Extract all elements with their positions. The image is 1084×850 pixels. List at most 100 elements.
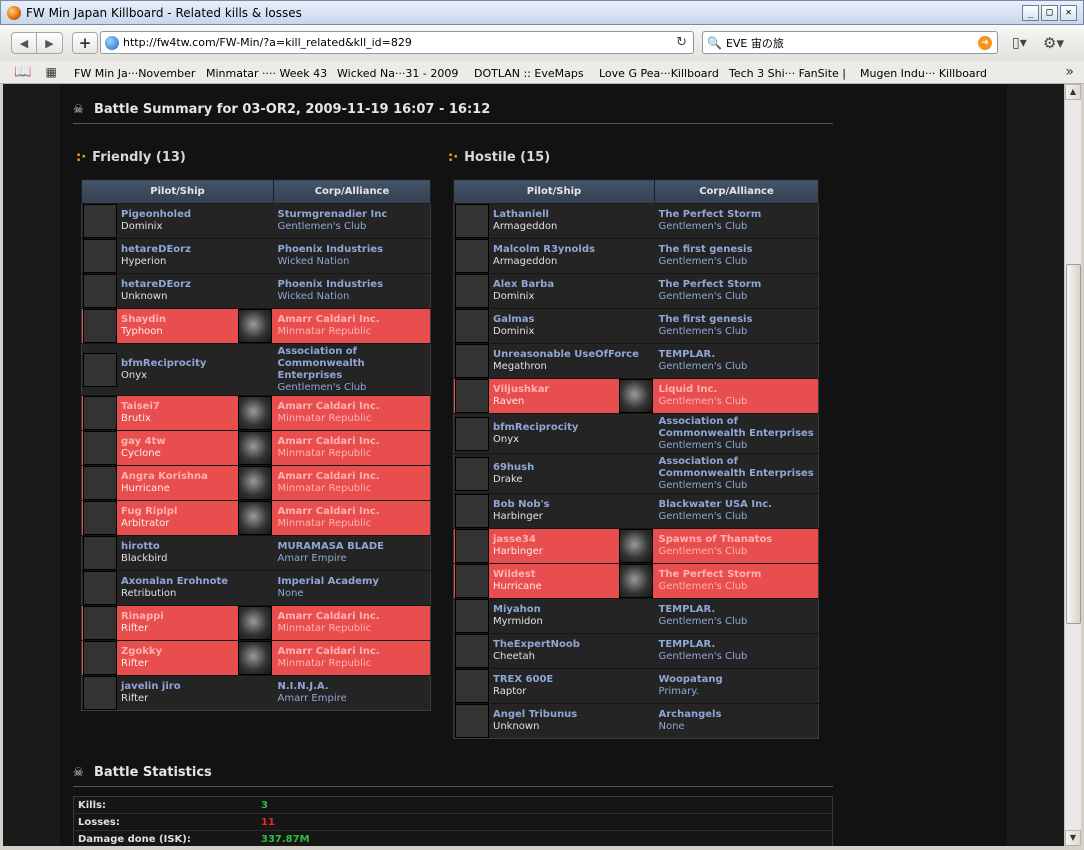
- ship-thumbnail-icon[interactable]: [83, 641, 117, 675]
- bookmark-item[interactable]: Tech 3 Shi··· FanSite |: [729, 67, 846, 80]
- pod-ship-icon[interactable]: [237, 501, 272, 535]
- pilot-name[interactable]: hetareDEorz: [121, 244, 191, 256]
- ship-thumbnail-icon[interactable]: [83, 536, 117, 570]
- ship-thumbnail-icon[interactable]: [83, 309, 117, 343]
- pod-ship-icon[interactable]: [237, 309, 272, 343]
- table-row[interactable]: TREX 600E Raptor Woopatang Primary.: [453, 668, 819, 704]
- corp-name[interactable]: Amarr Caldari Inc.: [278, 314, 431, 326]
- scroll-up-arrow-icon[interactable]: ▲: [1065, 84, 1081, 100]
- pilot-name[interactable]: hirotto: [121, 541, 167, 553]
- corp-name[interactable]: The first genesis: [659, 244, 819, 256]
- table-row[interactable]: Lathaniell Armageddon The Perfect Storm Gen…: [453, 203, 819, 239]
- table-row[interactable]: Angra Korishna Hurricane Amarr Caldari Inc…: [81, 465, 431, 501]
- corp-name[interactable]: Archangels: [659, 709, 819, 721]
- column-header-corp[interactable]: Corp/Alliance: [273, 179, 431, 204]
- alliance-name[interactable]: Gentlemen's Club: [278, 382, 431, 394]
- ship-thumbnail-icon[interactable]: [83, 676, 117, 710]
- corp-name[interactable]: Liquid Inc.: [659, 384, 819, 396]
- corp-name[interactable]: Woopatang: [659, 674, 819, 686]
- bookmark-item[interactable]: FW Min Ja···November: [74, 67, 195, 80]
- alliance-name[interactable]: Gentlemen's Club: [659, 651, 819, 663]
- alliance-name[interactable]: Primary.: [659, 686, 819, 698]
- pilot-name[interactable]: jasse34: [493, 534, 543, 546]
- alliance-name[interactable]: Amarr Empire: [278, 693, 431, 705]
- corp-name[interactable]: The Perfect Storm: [659, 209, 819, 221]
- pilot-name[interactable]: 69hush: [493, 462, 534, 474]
- alliance-name[interactable]: Minmatar Republic: [278, 326, 431, 338]
- scroll-down-arrow-icon[interactable]: ▼: [1065, 830, 1081, 846]
- corp-name[interactable]: MURAMASA BLADE: [278, 541, 431, 553]
- column-header-pilot[interactable]: Pilot/Ship: [453, 179, 655, 204]
- table-row[interactable]: Fug Riplpl Arbitrator Amarr Caldari Inc. Mi…: [81, 500, 431, 536]
- table-row[interactable]: bfmReciprocity Onyx Association of Commonw…: [81, 343, 431, 396]
- alliance-name[interactable]: None: [278, 588, 431, 600]
- table-row[interactable]: hetareDEorz Unknown Phoenix Industries Wick…: [81, 273, 431, 309]
- pod-ship-icon[interactable]: [237, 431, 272, 465]
- table-row[interactable]: Unreasonable UseOfForce Megathron TEMPLAR.…: [453, 343, 819, 379]
- table-row[interactable]: Axonalan Erohnote Retribution Imperial Aca…: [81, 570, 431, 606]
- column-header-pilot[interactable]: Pilot/Ship: [81, 179, 274, 204]
- ship-thumbnail-icon[interactable]: [455, 564, 489, 598]
- table-row[interactable]: Shaydin Typhoon Amarr Caldari Inc. Minmatar…: [81, 308, 431, 344]
- alliance-name[interactable]: Gentlemen's Club: [659, 616, 819, 628]
- pilot-name[interactable]: Unreasonable UseOfForce: [493, 349, 639, 361]
- pilot-name[interactable]: TheExpertNoob: [493, 639, 580, 651]
- new-tab-button[interactable]: +: [72, 32, 98, 54]
- ship-thumbnail-icon[interactable]: [83, 431, 117, 465]
- corp-name[interactable]: TEMPLAR.: [659, 604, 819, 616]
- alliance-name[interactable]: Gentlemen's Club: [659, 581, 819, 593]
- tools-gear-icon[interactable]: ⚙▾: [1043, 34, 1064, 52]
- apps-grid-icon[interactable]: ▦: [45, 65, 56, 79]
- pilot-name[interactable]: bfmReciprocity: [121, 358, 206, 370]
- corp-name[interactable]: The Perfect Storm: [659, 279, 819, 291]
- corp-name[interactable]: Phoenix Industries: [278, 279, 431, 291]
- corp-name[interactable]: TEMPLAR.: [659, 349, 819, 361]
- corp-name[interactable]: The Perfect Storm: [659, 569, 819, 581]
- pilot-name[interactable]: Alex Barba: [493, 279, 554, 291]
- corp-name[interactable]: Association of Commonwealth Enterprises: [659, 456, 819, 480]
- pilot-name[interactable]: gay 4tw: [121, 436, 166, 448]
- alliance-name[interactable]: Amarr Empire: [278, 553, 431, 565]
- ship-thumbnail-icon[interactable]: [455, 379, 489, 413]
- bookmarks-book-icon[interactable]: 📖: [14, 64, 31, 80]
- corp-name[interactable]: The first genesis: [659, 314, 819, 326]
- corp-name[interactable]: Amarr Caldari Inc.: [278, 611, 431, 623]
- corp-name[interactable]: Spawns of Thanatos: [659, 534, 819, 546]
- search-box[interactable]: 🔍 EVE 宙の旅 ➜: [702, 31, 998, 54]
- alliance-name[interactable]: Gentlemen's Club: [278, 221, 431, 233]
- forward-button[interactable]: ▶: [37, 32, 63, 54]
- alliance-name[interactable]: Gentlemen's Club: [659, 440, 819, 452]
- pilot-name[interactable]: Rinappi: [121, 611, 164, 623]
- alliance-name[interactable]: Minmatar Republic: [278, 483, 431, 495]
- ship-thumbnail-icon[interactable]: [455, 456, 489, 491]
- pod-ship-icon[interactable]: [618, 379, 653, 413]
- column-header-corp[interactable]: Corp/Alliance: [654, 179, 819, 204]
- scrollbar-thumb[interactable]: [1066, 264, 1081, 624]
- pilot-name[interactable]: hetareDEorz: [121, 279, 191, 291]
- table-row[interactable]: Miyahon Myrmidon TEMPLAR. Gentlemen's Club: [453, 598, 819, 634]
- ship-thumbnail-icon[interactable]: [455, 344, 489, 378]
- corp-name[interactable]: Amarr Caldari Inc.: [278, 471, 431, 483]
- ship-thumbnail-icon[interactable]: [455, 669, 489, 703]
- pilot-name[interactable]: Angra Korishna: [121, 471, 208, 483]
- alliance-name[interactable]: Gentlemen's Club: [659, 546, 819, 558]
- pod-ship-icon[interactable]: [618, 529, 653, 563]
- alliance-name[interactable]: Minmatar Republic: [278, 658, 431, 670]
- ship-thumbnail-icon[interactable]: [455, 416, 489, 451]
- table-row[interactable]: hirotto Blackbird MURAMASA BLADE Amarr Empi…: [81, 535, 431, 571]
- bookmark-item[interactable]: DOTLAN :: EveMaps: [474, 67, 584, 80]
- table-row[interactable]: Alex Barba Dominix The Perfect Storm Gentle…: [453, 273, 819, 309]
- pilot-name[interactable]: Malcolm R3ynolds: [493, 244, 595, 256]
- ship-thumbnail-icon[interactable]: [455, 634, 489, 668]
- search-go-icon[interactable]: ➜: [978, 36, 992, 50]
- pod-ship-icon[interactable]: [237, 466, 272, 500]
- ship-thumbnail-icon[interactable]: [455, 599, 489, 633]
- table-row[interactable]: Wildest Hurricane The Perfect Storm Gentlem…: [453, 563, 819, 599]
- bookmark-item[interactable]: Minmatar ···· Week 43: [206, 67, 327, 80]
- ship-thumbnail-icon[interactable]: [83, 274, 117, 308]
- corp-name[interactable]: Association of Commonwealth Enterprises: [278, 346, 431, 382]
- ship-thumbnail-icon[interactable]: [455, 704, 489, 738]
- table-row[interactable]: Pigeonholed Dominix Sturmgrenadier Inc Gent…: [81, 203, 431, 239]
- ship-thumbnail-icon[interactable]: [83, 501, 117, 535]
- corp-name[interactable]: N.I.N.J.A.: [278, 681, 431, 693]
